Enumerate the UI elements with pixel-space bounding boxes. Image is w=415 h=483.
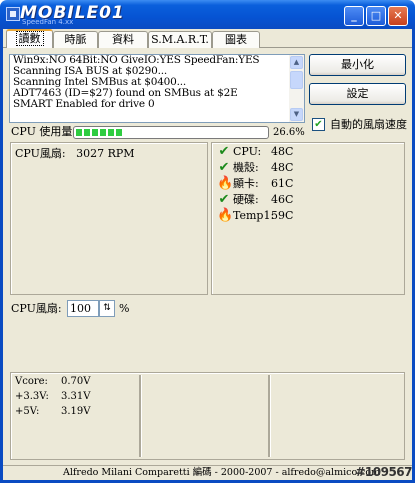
temp-name: Temp1: bbox=[233, 209, 275, 222]
cpu-usage-value: 26.6% bbox=[273, 127, 305, 138]
temp-name: CPU: bbox=[233, 145, 262, 158]
client-area: 讀數 時脈 資料 S.M.A.R.T. 圖表 Win9x:NO 64Bit:NO… bbox=[0, 29, 415, 483]
check-icon: ✔ bbox=[218, 192, 230, 207]
title-bar[interactable]: MOBILE01 SpeedFan 4.xx _ □ ✕ bbox=[0, 0, 415, 29]
cpu-fan-value: 3027 RPM bbox=[76, 147, 135, 160]
close-window-button[interactable]: ✕ bbox=[388, 6, 408, 26]
auto-fan-label[interactable]: 自動的風扇速度 bbox=[330, 118, 407, 131]
tab-info[interactable]: 資料 bbox=[98, 31, 148, 48]
window-subtitle: SpeedFan 4.xx bbox=[22, 18, 74, 26]
auto-fan-checkbox[interactable]: ✔ bbox=[312, 118, 325, 131]
fan-speed-unit: % bbox=[119, 302, 130, 315]
voltage-value: 3.19V bbox=[61, 406, 91, 417]
temp-name: 顯卡: bbox=[233, 177, 259, 190]
voltage-value: 3.31V bbox=[61, 391, 91, 402]
status-bar: Alfredo Milani Comparetti 編碼 - 2000-2007… bbox=[3, 465, 412, 480]
cpu-usage-progress bbox=[73, 126, 269, 139]
temp-row-case: ✔ 機殼: 48C bbox=[215, 160, 300, 176]
fan-panel bbox=[10, 142, 208, 295]
voltage-divider bbox=[139, 375, 141, 457]
temp-value: 48C bbox=[271, 161, 294, 174]
temp-value: 59C bbox=[271, 209, 294, 222]
minimize-window-button[interactable]: _ bbox=[344, 6, 364, 26]
voltage-name: Vcore: bbox=[15, 376, 48, 387]
fan-speed-input[interactable] bbox=[67, 300, 99, 317]
cpu-fan-label: CPU風扇: bbox=[15, 147, 66, 160]
voltage-divider bbox=[268, 375, 270, 457]
check-icon: ✔ bbox=[218, 144, 230, 159]
temp-value: 46C bbox=[271, 193, 294, 206]
cpu-usage-segment bbox=[84, 129, 90, 136]
temp-name: 機殼: bbox=[233, 161, 259, 174]
tab-label: 讀數 bbox=[15, 31, 44, 46]
fan-speed-spinner-icon[interactable]: ⇅ bbox=[99, 300, 115, 317]
cpu-usage-segment bbox=[92, 129, 98, 136]
temp-row-hdd: ✔ 硬碟: 46C bbox=[215, 192, 300, 208]
flame-icon: 🔥 bbox=[217, 176, 234, 191]
cpu-usage-segment bbox=[100, 129, 106, 136]
tab-readings[interactable]: 讀數 bbox=[6, 29, 53, 48]
temp-value: 48C bbox=[271, 145, 294, 158]
tab-smart[interactable]: S.M.A.R.T. bbox=[148, 31, 212, 48]
cpu-usage-label: CPU 使用量 bbox=[11, 125, 73, 138]
cpu-usage-segment bbox=[76, 129, 82, 136]
watermark: #109567 bbox=[355, 465, 412, 479]
voltage-value: 0.70V bbox=[61, 376, 91, 387]
temp-row-gpu: 🔥 顯卡: 61C bbox=[215, 176, 300, 192]
cpu-fan-readout: CPU風扇: 3027 RPM bbox=[15, 147, 135, 160]
cpu-usage-fill bbox=[76, 129, 122, 136]
scroll-thumb[interactable] bbox=[290, 71, 303, 89]
scroll-up-icon[interactable]: ▲ bbox=[290, 56, 303, 69]
scroll-down-icon[interactable]: ▼ bbox=[290, 108, 303, 121]
log-line: SMART Enabled for drive 0 bbox=[13, 98, 155, 110]
settings-button[interactable]: 設定 bbox=[309, 83, 406, 105]
temp-row-temp1: 🔥 Temp1: 59C bbox=[215, 208, 300, 224]
fan-speed-label: CPU風扇: bbox=[11, 302, 62, 315]
cpu-usage-segment bbox=[108, 129, 114, 136]
minimize-button[interactable]: 最小化 bbox=[309, 54, 406, 76]
voltage-name: +5V: bbox=[15, 406, 40, 417]
log-textbox[interactable]: Win9x:NO 64Bit:NO GiveIO:YES SpeedFan:YE… bbox=[9, 54, 305, 123]
temp-row-cpu: ✔ CPU: 48C bbox=[215, 144, 300, 160]
temp-value: 61C bbox=[271, 177, 294, 190]
temp-name: 硬碟: bbox=[233, 193, 259, 206]
tab-charts[interactable]: 圖表 bbox=[212, 31, 260, 48]
tab-clock[interactable]: 時脈 bbox=[53, 31, 98, 48]
maximize-window-button[interactable]: □ bbox=[366, 6, 386, 26]
flame-icon: 🔥 bbox=[217, 208, 234, 223]
voltage-name: +3.3V: bbox=[15, 391, 49, 402]
check-icon: ✔ bbox=[218, 160, 230, 175]
log-scrollbar[interactable]: ▲ ▼ bbox=[289, 55, 304, 122]
app-icon[interactable] bbox=[6, 7, 20, 21]
status-text: Alfredo Milani Comparetti 編碼 - 2000-2007… bbox=[63, 467, 381, 478]
cpu-usage-segment bbox=[116, 129, 122, 136]
